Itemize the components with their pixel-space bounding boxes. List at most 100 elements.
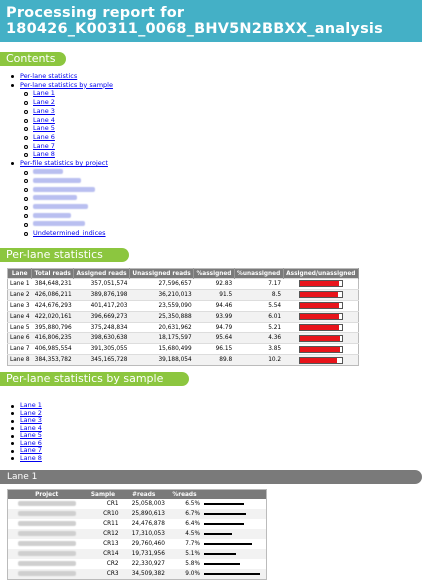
lane1-heading-bar: Lane 1 xyxy=(0,470,422,484)
toc-subitem: Lane 5 xyxy=(20,124,300,133)
redacted-project xyxy=(17,551,76,556)
toc-sublink[interactable]: Lane 5 xyxy=(33,124,55,132)
toc-subitem: Undetermined_indices xyxy=(20,229,300,238)
reads-bar-cell xyxy=(202,569,267,580)
assigned-ratio-bar xyxy=(298,356,343,364)
percent-reads-cell: 4.5% xyxy=(166,529,202,539)
reads-bar-cell xyxy=(202,499,267,509)
unassigned-reads-cell: 20,631,962 xyxy=(129,321,194,333)
toc-sublink[interactable]: Undetermined_indices xyxy=(33,229,106,237)
table-row: CR1 25,058,003 6.5% xyxy=(8,499,267,509)
column-header: Assigned reads xyxy=(73,268,130,279)
total-reads-cell: 384,353,782 xyxy=(31,354,74,366)
assigned-ratio-bar xyxy=(298,313,343,321)
table-row: CR3 34,509,382 9.0% xyxy=(7,569,267,580)
toc-link[interactable]: Per-lane statistics xyxy=(20,72,77,80)
table-row: Lane 2 426,086,211 389,876,198 36,210,013 91… xyxy=(7,288,359,301)
assigned-reads-cell: 375,248,834 xyxy=(73,321,130,333)
toc-sublink[interactable]: Lane 7 xyxy=(33,142,55,150)
table-row: Lane 5 395,880,796 375,248,834 20,631,962 94… xyxy=(7,321,359,333)
assigned-ratio-bar xyxy=(298,280,343,288)
lane-link-item: Lane 8 xyxy=(0,454,42,463)
redacted-project xyxy=(17,521,76,526)
project-cell xyxy=(7,549,86,559)
reads-cell: 17,310,053 xyxy=(120,529,167,539)
toc-sublink[interactable]: Lane 4 xyxy=(33,116,55,124)
lane-cell: Lane 7 xyxy=(7,343,32,355)
redacted-link[interactable] xyxy=(33,195,77,201)
toc-sublink[interactable]: Lane 8 xyxy=(33,150,55,158)
lane1-heading: Lane 1 xyxy=(7,472,38,482)
redacted-link[interactable] xyxy=(33,177,81,183)
toc-sublink[interactable]: Lane 1 xyxy=(33,89,55,97)
assigned-ratio-fill xyxy=(299,314,340,320)
toc-sublink[interactable]: Lane 3 xyxy=(33,107,55,115)
percent-unassigned-cell: 4.36 xyxy=(234,332,284,344)
toc-link[interactable]: Per-file statistics by project xyxy=(20,159,108,167)
percent-unassigned-cell: 5.54 xyxy=(234,299,284,312)
percent-assigned-cell: 89.8 xyxy=(193,354,235,366)
reads-bar-cell xyxy=(202,539,267,549)
column-header: Project xyxy=(7,489,86,499)
lane1-sample-table: Project Sample #reads %reads CR1 25,058,003 6… xyxy=(7,489,267,580)
toc-sublist: Lane 1 Lane 2 Lane 3 Lane 4 Lane 5 Lane 6 Lane… xyxy=(20,89,300,159)
percent-unassigned-cell: 3.85 xyxy=(234,343,284,355)
column-header: #reads xyxy=(120,489,167,499)
unassigned-reads-cell: 18,175,597 xyxy=(129,332,194,344)
unassigned-reads-cell: 23,559,090 xyxy=(129,299,194,312)
assigned-reads-cell: 401,417,203 xyxy=(73,299,130,312)
redacted-project xyxy=(17,561,76,566)
project-cell xyxy=(7,509,86,519)
redacted-link[interactable] xyxy=(33,169,63,175)
reads-bar xyxy=(204,502,245,505)
by-sample-lane-links: Lane 1 Lane 2 Lane 3 Lane 4 Lane 5 Lane 6 Lane… xyxy=(0,401,42,463)
table-row: CR12 17,310,053 4.5% xyxy=(7,529,267,539)
percent-assigned-cell: 92.83 xyxy=(193,278,235,290)
lane-cell: Lane 1 xyxy=(7,278,32,290)
table-row: Lane 3 424,676,293 401,417,203 23,559,090 94… xyxy=(7,299,359,312)
toc-link[interactable]: Per-lane statistics by sample xyxy=(20,81,113,89)
assigned-ratio-fill xyxy=(299,346,340,352)
project-cell xyxy=(7,569,86,580)
lane-cell: Lane 2 xyxy=(7,288,32,301)
redacted-project xyxy=(17,511,76,516)
lane-cell: Lane 4 xyxy=(7,310,32,323)
lane-link[interactable]: Lane 8 xyxy=(20,454,42,462)
lane-cell: Lane 3 xyxy=(7,299,32,312)
redacted-link[interactable] xyxy=(33,212,71,218)
percent-unassigned-cell: 7.17 xyxy=(234,278,284,290)
redacted-link[interactable] xyxy=(33,186,95,192)
percent-reads-cell: 9.0% xyxy=(166,569,202,580)
sample-cell: CR12 xyxy=(85,529,121,539)
sample-cell: CR3 xyxy=(85,569,121,580)
toc-sublink[interactable]: Lane 6 xyxy=(33,133,55,141)
ratio-bar-cell xyxy=(283,354,359,366)
redacted-link[interactable] xyxy=(33,221,85,227)
toc-subitem xyxy=(20,168,300,177)
project-cell xyxy=(7,529,86,539)
assigned-reads-cell: 389,876,198 xyxy=(73,288,130,301)
redacted-project xyxy=(17,541,76,546)
ratio-bar-cell xyxy=(283,321,359,333)
report-title-line1: Processing report for xyxy=(6,5,185,21)
bullet-icon xyxy=(24,144,28,149)
assigned-reads-cell: 345,165,728 xyxy=(73,354,130,366)
toc-subitem: Lane 2 xyxy=(20,98,300,107)
project-cell xyxy=(8,499,86,509)
toc-sublink[interactable]: Lane 2 xyxy=(33,98,55,106)
reads-cell: 29,760,460 xyxy=(131,541,165,547)
percent-assigned-cell: 94.79 xyxy=(193,321,235,333)
ratio-bar-cell xyxy=(283,343,359,355)
percent-unassigned-cell: 10.2 xyxy=(234,354,284,366)
reads-bar-cell xyxy=(202,529,267,539)
redacted-link[interactable] xyxy=(33,204,88,210)
bullet-icon xyxy=(24,127,28,132)
percent-reads-cell: 6.4% xyxy=(185,521,200,527)
percent-unassigned-cell: 6.01 xyxy=(234,310,284,323)
assigned-ratio-bar xyxy=(298,334,343,342)
bullet-icon xyxy=(24,205,28,210)
bullet-icon xyxy=(24,118,28,123)
unassigned-reads-cell: 39,188,054 xyxy=(129,354,194,366)
bullet-icon xyxy=(11,442,14,445)
assigned-ratio-fill xyxy=(299,303,340,309)
